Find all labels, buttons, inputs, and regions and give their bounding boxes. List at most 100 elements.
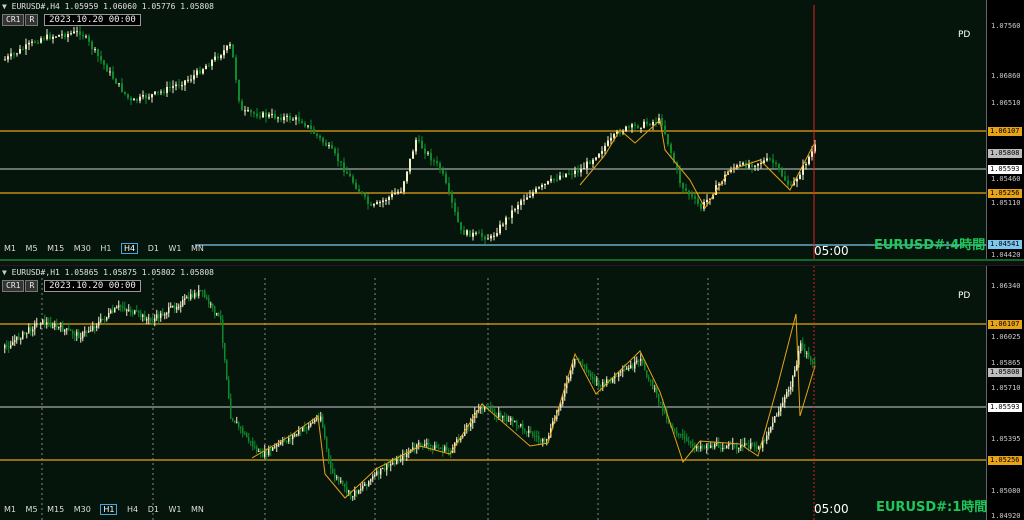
h4-r-button[interactable]: R xyxy=(25,14,39,26)
candle-body xyxy=(178,84,180,86)
candle-body xyxy=(10,53,12,57)
h4-date-display[interactable]: 2023.10.20 00:00 xyxy=(44,14,141,26)
candle-body xyxy=(200,290,202,292)
candle-body xyxy=(750,443,752,449)
candle-body xyxy=(346,486,348,493)
candle-body xyxy=(538,187,540,189)
h1-chart-pane[interactable]: 1.06340 1.06025 1.05865 1.05710 1.05395 … xyxy=(0,266,1024,520)
candle-body xyxy=(184,80,186,86)
candle-body xyxy=(100,318,102,322)
candle-body xyxy=(290,438,292,440)
tf-d1[interactable]: D1 xyxy=(148,505,159,514)
candle-body xyxy=(560,403,562,408)
candle-body xyxy=(226,360,228,380)
candle-body xyxy=(204,291,206,298)
h4-crosshair-button[interactable]: CR1 xyxy=(2,14,25,26)
candle-body xyxy=(634,362,636,369)
candle-body xyxy=(580,169,582,173)
tf-h1[interactable]: H1 xyxy=(100,504,118,515)
candle-body xyxy=(810,356,812,362)
candle-body xyxy=(508,420,510,422)
tf-h4[interactable]: H4 xyxy=(127,505,138,514)
candle-body xyxy=(368,481,370,486)
candle-body xyxy=(520,424,522,426)
h4-chart-pane[interactable]: 1.07560 1.06860 1.06510 1.05460 1.05110 … xyxy=(0,0,1024,259)
candle-body xyxy=(582,364,584,366)
h1-price-axis[interactable]: 1.06340 1.06025 1.05865 1.05710 1.05395 … xyxy=(986,266,1024,520)
candle-body xyxy=(98,321,100,326)
candle-body xyxy=(536,436,538,438)
candle-body xyxy=(304,427,306,429)
candle-body xyxy=(199,70,201,74)
candle-body xyxy=(502,415,504,418)
candle-body xyxy=(722,448,724,450)
candle-body xyxy=(522,424,524,430)
tf-m1[interactable]: M1 xyxy=(4,505,16,514)
candle-body xyxy=(470,423,472,427)
candle-body xyxy=(488,406,490,408)
candle-body xyxy=(296,434,298,436)
tf-w1[interactable]: W1 xyxy=(168,244,181,253)
tf-h4[interactable]: H4 xyxy=(121,243,139,254)
h1-date-display[interactable]: 2023.10.20 00:00 xyxy=(44,280,141,292)
tf-m30[interactable]: M30 xyxy=(74,244,91,253)
tf-mn[interactable]: MN xyxy=(191,244,204,253)
tf-d1[interactable]: D1 xyxy=(148,244,159,253)
candle-body xyxy=(224,342,226,361)
zigzag-line xyxy=(251,313,816,499)
candle-body xyxy=(379,202,381,204)
candle-body xyxy=(546,438,548,441)
candle-body xyxy=(352,176,354,183)
pane-divider[interactable] xyxy=(0,259,1024,266)
h4-price-axis[interactable]: 1.07560 1.06860 1.06510 1.05460 1.05110 … xyxy=(986,0,1024,259)
h4-pd-label: PD xyxy=(958,30,971,40)
candle-body xyxy=(103,60,105,65)
candle-body xyxy=(86,331,88,333)
candle-body xyxy=(700,203,702,209)
tf-mn[interactable]: MN xyxy=(191,505,204,514)
candle-body xyxy=(212,303,214,307)
h1-timeframe-bar: M1 M5 M15 M30 H1 H4 D1 W1 MN xyxy=(4,504,211,515)
h1-crosshair-button[interactable]: CR1 xyxy=(2,280,25,292)
candle-body xyxy=(157,91,159,93)
candle-body xyxy=(140,312,142,317)
h1-plot-area[interactable] xyxy=(0,266,986,520)
candle-body xyxy=(256,113,258,117)
collapse-icon[interactable]: ▼ xyxy=(2,2,7,11)
candle-body xyxy=(588,370,590,373)
candle-body xyxy=(319,135,321,138)
candle-body xyxy=(667,134,669,145)
candle-body xyxy=(638,360,640,362)
candle-body xyxy=(706,199,708,203)
tf-h1[interactable]: H1 xyxy=(100,244,111,253)
tf-m15[interactable]: M15 xyxy=(47,505,64,514)
candle-body xyxy=(520,200,522,206)
candle-body xyxy=(286,115,288,117)
candle-body xyxy=(190,79,192,81)
tf-m1[interactable]: M1 xyxy=(4,244,16,253)
candle-body xyxy=(238,79,240,102)
h1-r-button[interactable]: R xyxy=(25,280,39,292)
h4-plot-area[interactable] xyxy=(0,0,986,259)
tf-m30[interactable]: M30 xyxy=(74,505,91,514)
tf-m15[interactable]: M15 xyxy=(47,244,64,253)
candle-body xyxy=(278,444,280,446)
tf-m5[interactable]: M5 xyxy=(26,244,38,253)
tf-w1[interactable]: W1 xyxy=(168,505,181,514)
candle-body xyxy=(380,468,382,475)
candle-body xyxy=(196,293,198,296)
candle-body xyxy=(146,318,148,321)
candle-body xyxy=(256,447,258,452)
tf-m5[interactable]: M5 xyxy=(26,505,38,514)
candle-body xyxy=(116,307,118,309)
candle-body xyxy=(451,191,453,203)
candle-body xyxy=(170,306,172,308)
candle-body xyxy=(328,449,330,459)
candle-body xyxy=(292,119,294,121)
collapse-icon[interactable]: ▼ xyxy=(2,268,7,277)
candle-body xyxy=(338,477,340,482)
candle-body xyxy=(66,328,68,330)
candle-body xyxy=(158,314,160,318)
candle-body xyxy=(691,194,693,197)
h1-tick: 1.06340 xyxy=(991,282,1021,290)
